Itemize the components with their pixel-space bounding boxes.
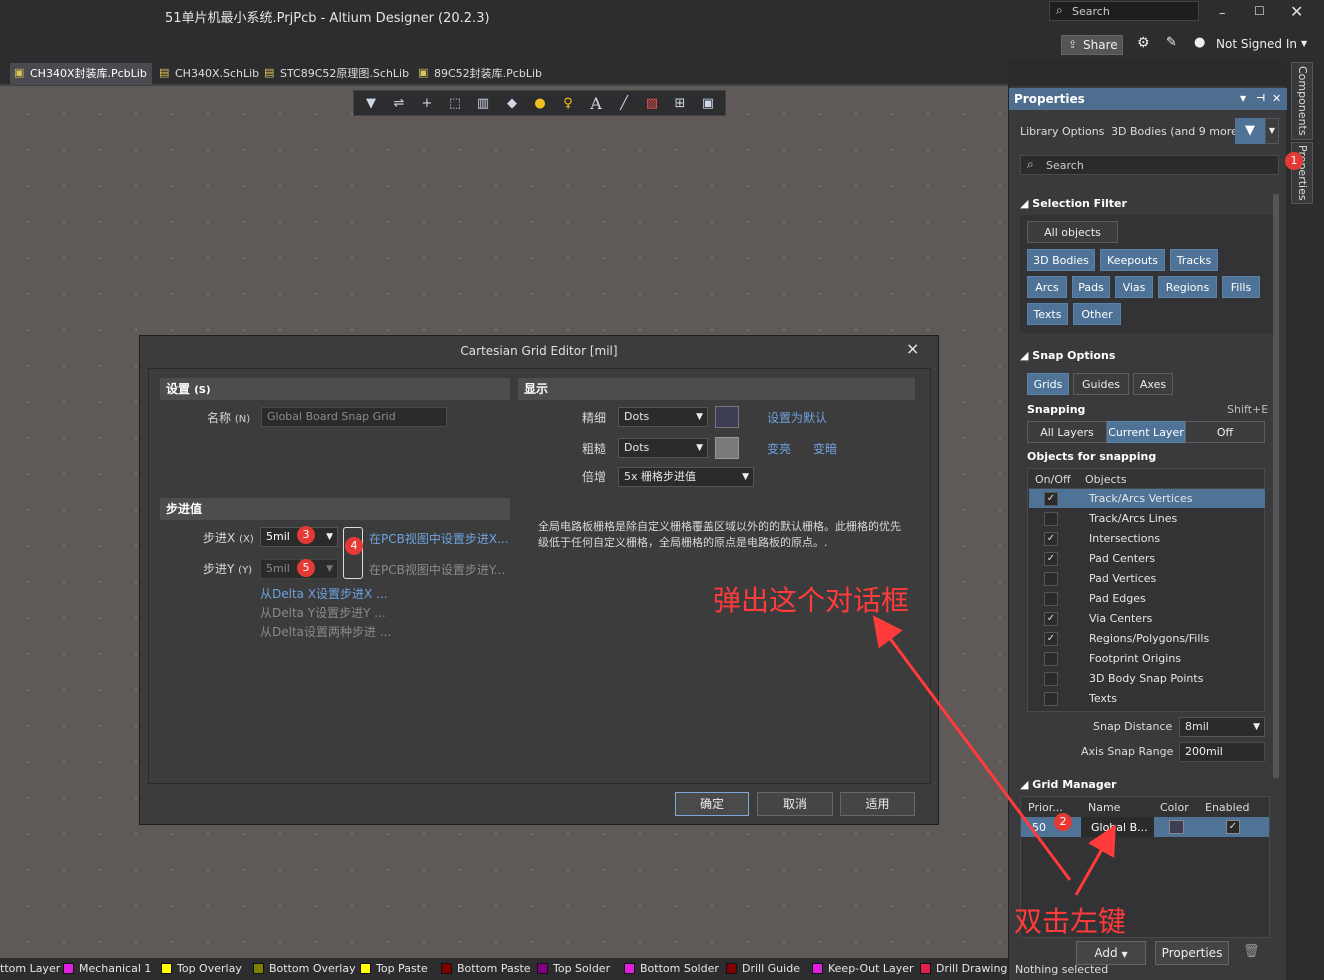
- arrow-to-dialog: [872, 615, 1072, 881]
- arrow-to-grid-row: [1074, 824, 1116, 896]
- annotation-arrows: [872, 615, 1116, 896]
